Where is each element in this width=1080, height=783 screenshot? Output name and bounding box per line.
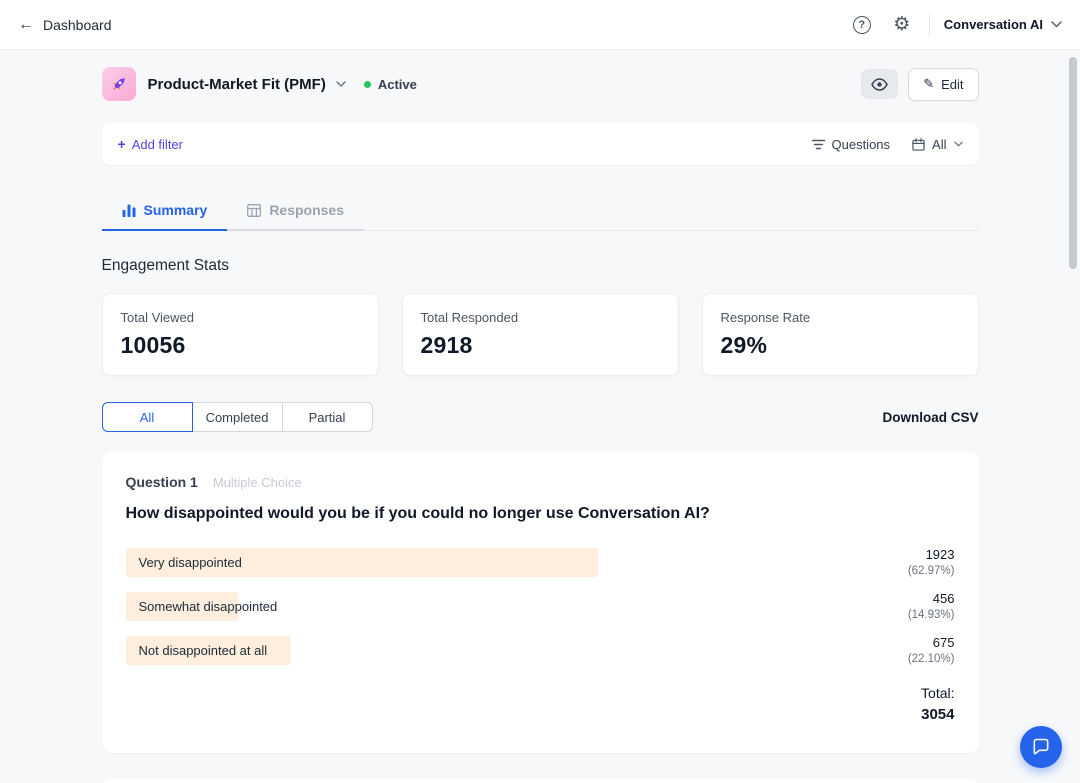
- chevron-down-icon: [336, 81, 346, 87]
- bar-area: Very disappointed: [126, 548, 877, 577]
- answer-stats: 675 (22.10%): [877, 634, 955, 667]
- question-number: Question 1: [126, 474, 198, 490]
- stat-card-response-rate: Response Rate 29%: [702, 293, 979, 376]
- preview-button[interactable]: [861, 69, 898, 99]
- total-label: Total:: [126, 683, 955, 704]
- topbar-divider: [929, 14, 930, 36]
- date-range-filter[interactable]: All: [912, 137, 962, 152]
- total-value: 3054: [126, 704, 955, 727]
- answer-bar-row: Somewhat disappointed 456 (14.93%): [126, 590, 955, 623]
- bar-chart-icon: [122, 204, 136, 217]
- topbar: ← Dashboard ? ⚙ Conversation AI: [0, 0, 1080, 50]
- stats-row: Total Viewed 10056 Total Responded 2918 …: [102, 293, 979, 376]
- chevron-down-icon: [1051, 21, 1062, 28]
- download-csv-link[interactable]: Download CSV: [882, 410, 978, 425]
- gear-icon: ⚙: [893, 15, 910, 34]
- eye-icon: [871, 78, 888, 91]
- survey-title: Product-Market Fit (PMF): [148, 76, 326, 93]
- status-label: Active: [378, 77, 417, 92]
- bar-area: Not disappointed at all: [126, 636, 877, 665]
- answer-percent: (14.93%): [877, 608, 955, 624]
- view-tabs: Summary Responses: [102, 193, 979, 231]
- rocket-icon: [109, 74, 129, 94]
- settings-button[interactable]: ⚙: [889, 12, 915, 38]
- survey-rocket-icon: [102, 67, 136, 101]
- survey-actions: ✎ Edit: [861, 68, 978, 101]
- topbar-actions: ? ⚙ Conversation AI: [849, 12, 1062, 38]
- stat-card-total-responded: Total Responded 2918: [402, 293, 679, 376]
- stat-value: 29%: [721, 332, 960, 359]
- answer-stats: 1923 (62.97%): [877, 546, 955, 579]
- tab-summary[interactable]: Summary: [102, 193, 228, 231]
- answer-label: Not disappointed at all: [126, 643, 268, 658]
- question-2-card: Question 2 Long Text Text Cloud: [102, 779, 979, 783]
- tab-responses-label: Responses: [269, 202, 344, 218]
- chat-bubble-icon: [1031, 737, 1051, 757]
- question-type: Multiple Choice: [213, 475, 302, 490]
- help-icon: ?: [853, 16, 871, 34]
- answer-bar-row: Not disappointed at all 675 (22.10%): [126, 634, 955, 667]
- stat-label: Response Rate: [721, 310, 960, 325]
- chat-widget-button[interactable]: [1020, 726, 1062, 768]
- survey-dropdown[interactable]: [336, 81, 346, 87]
- stat-value: 2918: [421, 332, 660, 359]
- table-icon: [247, 204, 261, 217]
- answer-bar-row: Very disappointed 1923 (62.97%): [126, 546, 955, 579]
- survey-header: Product-Market Fit (PMF) Active ✎ Edit: [102, 67, 979, 101]
- filter-lines-icon: [812, 139, 825, 150]
- segment-partial[interactable]: Partial: [282, 402, 373, 432]
- answer-bar: Very disappointed: [126, 548, 599, 577]
- question-1-card: Question 1 Multiple Choice How disappoin…: [102, 452, 979, 753]
- add-filter-label: Add filter: [132, 137, 183, 152]
- back-arrow-icon: ←: [18, 17, 34, 33]
- stat-card-total-viewed: Total Viewed 10056: [102, 293, 379, 376]
- calendar-icon: [912, 138, 925, 151]
- bar-area: Somewhat disappointed: [126, 592, 877, 621]
- tab-summary-label: Summary: [144, 202, 208, 218]
- edit-label: Edit: [941, 77, 963, 92]
- total-block: Total: 3054: [126, 683, 955, 727]
- answer-label: Very disappointed: [126, 555, 242, 570]
- stat-label: Total Viewed: [121, 310, 360, 325]
- question-1-head: Question 1 Multiple Choice: [126, 474, 955, 490]
- question-title: How disappointed would you be if you cou…: [126, 505, 955, 523]
- plus-icon: +: [118, 137, 126, 151]
- questions-filter-label: Questions: [832, 137, 891, 152]
- tab-responses[interactable]: Responses: [227, 193, 364, 231]
- answer-bar: Somewhat disappointed: [126, 592, 238, 621]
- chevron-down-icon: [954, 141, 963, 147]
- back-label: Dashboard: [43, 17, 112, 33]
- questions-filter[interactable]: Questions: [812, 137, 891, 152]
- date-range-label: All: [932, 137, 946, 152]
- workspace-name: Conversation AI: [944, 17, 1043, 32]
- back-to-dashboard[interactable]: ← Dashboard: [18, 17, 112, 33]
- pencil-icon: ✎: [923, 76, 934, 92]
- help-button[interactable]: ?: [849, 12, 875, 38]
- completion-segmented-control: All Completed Partial: [102, 402, 373, 432]
- scrollbar-thumb[interactable]: [1069, 57, 1077, 269]
- status-badge: Active: [364, 77, 417, 92]
- segment-all[interactable]: All: [102, 402, 193, 432]
- stat-label: Total Responded: [421, 310, 660, 325]
- add-filter-button[interactable]: + Add filter: [118, 137, 184, 152]
- answer-percent: (62.97%): [877, 564, 955, 580]
- engagement-heading: Engagement Stats: [102, 257, 979, 275]
- segment-completed[interactable]: Completed: [192, 402, 283, 432]
- status-dot-icon: [364, 81, 371, 88]
- answer-bar: Not disappointed at all: [126, 636, 292, 665]
- answer-count: 1923: [877, 546, 955, 564]
- answer-stats: 456 (14.93%): [877, 590, 955, 623]
- segment-row: All Completed Partial Download CSV: [102, 402, 979, 432]
- stat-value: 10056: [121, 332, 360, 359]
- answer-label: Somewhat disappointed: [126, 599, 278, 614]
- main-content: Product-Market Fit (PMF) Active ✎ Edit +: [102, 50, 979, 783]
- edit-button[interactable]: ✎ Edit: [908, 68, 978, 101]
- workspace-selector[interactable]: Conversation AI: [944, 17, 1062, 32]
- answer-count: 675: [877, 634, 955, 652]
- filter-bar: + Add filter Questions All: [102, 123, 979, 165]
- filter-right: Questions All: [812, 137, 963, 152]
- answer-count: 456: [877, 590, 955, 608]
- answer-percent: (22.10%): [877, 652, 955, 668]
